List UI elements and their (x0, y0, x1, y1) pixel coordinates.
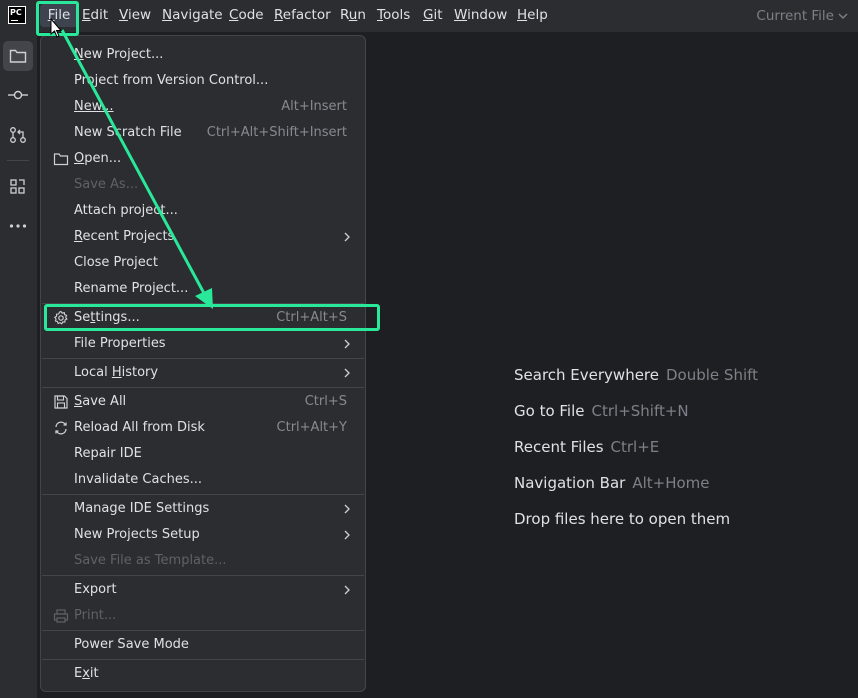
reload-icon (55, 421, 67, 435)
menu-run[interactable]: Run (340, 4, 366, 27)
menu-item-recent-projects[interactable]: Recent Projects (41, 224, 365, 250)
menu-item-invalidate-caches[interactable]: Invalidate Caches... (41, 467, 365, 493)
menu-code[interactable]: Code (229, 4, 264, 27)
menu-separator (42, 630, 364, 631)
menu-item-export[interactable]: Export (41, 577, 365, 603)
menu-separator (42, 494, 364, 495)
menu-item-new-scratch-file[interactable]: New Scratch File Ctrl+Alt+Shift+Insert (41, 120, 365, 146)
structure-icon (10, 179, 25, 194)
menu-edit[interactable]: Edit (82, 4, 108, 27)
toolstrip-divider (7, 160, 29, 161)
menu-item-attach-project[interactable]: Attach project... (41, 198, 365, 224)
menu-git[interactable]: Git (423, 4, 443, 27)
menu-refactor[interactable]: Refactor (274, 4, 331, 27)
highlight-file-menu (36, 1, 79, 36)
menu-item-rename-project[interactable]: Rename Project... (41, 276, 365, 302)
hint-drop-files: Drop files here to open them (514, 510, 731, 528)
chevron-right-icon (344, 232, 350, 242)
save-icon (54, 395, 68, 409)
menu-item-open[interactable]: Open... (41, 146, 365, 172)
commit-tool-button[interactable] (3, 80, 33, 110)
pull-requests-icon (10, 127, 26, 143)
menu-item-close-project[interactable]: Close Project (41, 250, 365, 276)
menu-tools[interactable]: Tools (377, 4, 410, 27)
hint-recent-files: Recent Files Ctrl+E (514, 438, 660, 456)
menu-item-new-projects-setup[interactable]: New Projects Setup (41, 522, 365, 548)
chevron-right-icon (344, 530, 350, 540)
tool-window-strip (0, 32, 38, 698)
menu-separator (42, 387, 364, 388)
project-tool-button[interactable] (3, 41, 33, 71)
menu-item-manage-ide-settings[interactable]: Manage IDE Settings (41, 496, 365, 522)
pull-requests-tool-button[interactable] (3, 120, 33, 150)
pycharm-logo-icon[interactable]: PC (8, 6, 26, 24)
menu-separator (42, 575, 364, 576)
menu-item-file-properties[interactable]: File Properties (41, 331, 365, 357)
menu-item-save-file-as-template: Save File as Template... (74, 553, 227, 568)
menu-item-new-project[interactable]: New Project... (41, 42, 365, 68)
structure-tool-button[interactable] (3, 172, 33, 202)
menu-item-local-history[interactable]: Local History (41, 360, 365, 386)
current-file-label: Current File (756, 8, 834, 24)
title-bar: PC File Edit View Navigate Code Refactor… (0, 0, 858, 32)
menu-help[interactable]: Help (517, 4, 548, 27)
chevron-right-icon (344, 585, 350, 595)
menu-item-repair-ide[interactable]: Repair IDE (41, 441, 365, 467)
menu-window[interactable]: Window (454, 4, 507, 27)
menu-item-print: Print... (41, 603, 365, 629)
print-icon (53, 609, 69, 623)
logo-text: PC (10, 8, 22, 17)
more-icon (9, 224, 27, 228)
menu-item-exit[interactable]: Exit (41, 661, 365, 687)
menu-item-new[interactable]: New... Alt+Insert (41, 94, 365, 120)
chevron-right-icon (344, 368, 350, 378)
menu-navigate[interactable]: Navigate (162, 4, 223, 27)
commit-icon (8, 90, 28, 100)
menu-separator (42, 358, 364, 359)
menu-item-power-save-mode[interactable]: Power Save Mode (41, 632, 365, 658)
hint-go-to-file: Go to File Ctrl+Shift+N (514, 402, 689, 420)
run-configuration-selector[interactable]: Current File (756, 6, 848, 26)
menu-item-reload-all[interactable]: Reload All from Disk Ctrl+Alt+Y (41, 415, 365, 441)
more-tool-windows-button[interactable] (3, 211, 33, 241)
file-menu-dropdown: New Project... Project from Version Cont… (40, 35, 366, 692)
menu-item-save-all[interactable]: Save All Ctrl+S (41, 389, 365, 415)
hint-search-everywhere: Search Everywhere Double Shift (514, 366, 759, 384)
folder-icon (53, 153, 69, 166)
menu-separator (42, 659, 364, 660)
empty-editor-hints: Search Everywhere Double Shift Go to File… (514, 363, 758, 543)
menu-item-save-as: Save As... (74, 177, 139, 192)
menu-item-project-from-vcs[interactable]: Project from Version Control... (41, 68, 365, 94)
chevron-right-icon (344, 504, 350, 514)
menu-view[interactable]: View (119, 4, 151, 27)
highlight-settings (44, 304, 380, 331)
chevron-right-icon (344, 339, 350, 349)
chevron-down-icon (838, 13, 848, 19)
hint-navigation-bar: Navigation Bar Alt+Home (514, 474, 710, 492)
folder-icon (9, 49, 27, 63)
